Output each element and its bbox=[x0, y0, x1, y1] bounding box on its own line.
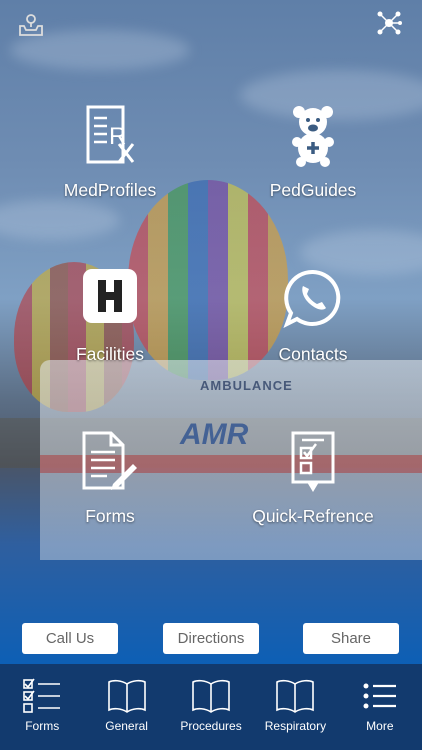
checklist-document-icon bbox=[223, 430, 403, 494]
tab-procedures[interactable]: Procedures bbox=[169, 664, 253, 750]
share-button[interactable]: Share bbox=[303, 623, 399, 654]
directions-button[interactable]: Directions bbox=[163, 623, 259, 654]
tile-quick-reference[interactable]: Quick-Refrence bbox=[223, 430, 403, 527]
tab-respiratory[interactable]: Respiratory bbox=[253, 664, 337, 750]
prescription-icon: R bbox=[20, 104, 200, 168]
tab-general[interactable]: General bbox=[84, 664, 168, 750]
tile-contacts[interactable]: Contacts bbox=[223, 268, 403, 365]
tab-forms[interactable]: Forms bbox=[0, 664, 84, 750]
hospital-h-icon bbox=[20, 268, 200, 332]
book-icon bbox=[107, 679, 146, 713]
list-icon bbox=[363, 683, 396, 709]
tab-label: Procedures bbox=[180, 719, 242, 733]
ambulance-label: AMBULANCE bbox=[200, 378, 293, 393]
tab-label: Respiratory bbox=[264, 719, 327, 733]
svg-text:R: R bbox=[109, 123, 126, 150]
tile-label: MedProfiles bbox=[63, 180, 157, 200]
checklist-icon bbox=[23, 678, 61, 713]
cloud bbox=[0, 200, 120, 240]
tile-label: Quick-Refrence bbox=[252, 506, 374, 526]
call-us-button[interactable]: Call Us bbox=[22, 623, 118, 654]
inbox-location-icon[interactable] bbox=[18, 12, 44, 38]
tab-more[interactable]: More bbox=[338, 664, 422, 750]
book-icon bbox=[192, 679, 230, 713]
tab-bar: Forms General Procedures Respiratory Mor… bbox=[0, 664, 422, 750]
tab-label: More bbox=[366, 719, 394, 733]
book-icon bbox=[276, 679, 315, 713]
tile-label: Contacts bbox=[278, 344, 348, 364]
tile-forms[interactable]: Forms bbox=[20, 430, 200, 527]
whatsapp-phone-icon bbox=[223, 268, 403, 332]
tile-label: Forms bbox=[85, 506, 135, 526]
tile-label: Facilities bbox=[75, 344, 145, 364]
tile-medprofiles[interactable]: R MedProfiles bbox=[20, 104, 200, 201]
tab-label: General bbox=[105, 719, 148, 733]
tile-pedguides[interactable]: PedGuides bbox=[223, 104, 403, 201]
tile-label: PedGuides bbox=[269, 180, 357, 200]
tile-facilities[interactable]: Facilities bbox=[20, 268, 200, 365]
network-share-icon[interactable] bbox=[376, 10, 402, 36]
teddy-bear-icon bbox=[223, 104, 403, 168]
tab-label: Forms bbox=[25, 719, 60, 733]
document-pencil-icon bbox=[20, 430, 200, 494]
